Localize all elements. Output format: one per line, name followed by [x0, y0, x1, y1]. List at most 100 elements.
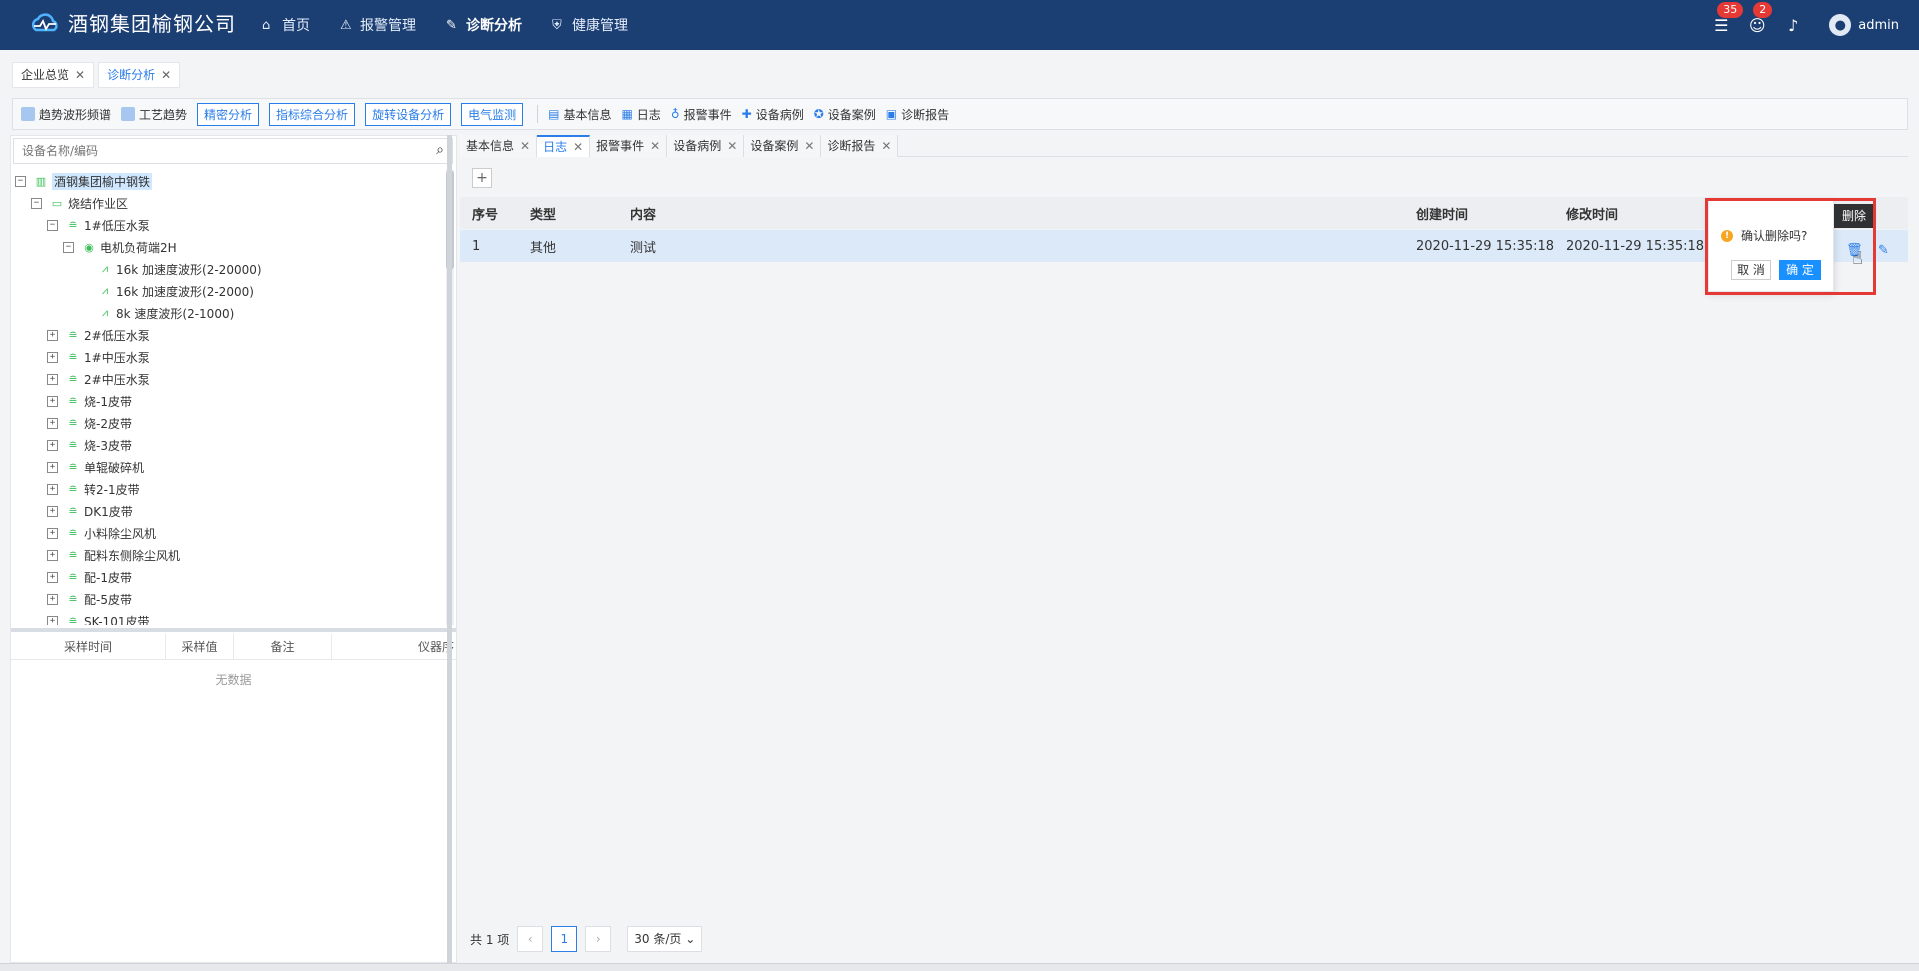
tree-node[interactable]: − ▥ 酒钢集团榆中钢铁: [11, 170, 448, 192]
tree-node[interactable]: + ≘ 转2-1皮带: [11, 478, 448, 500]
pump-icon: ≘: [68, 614, 78, 626]
tree-node[interactable]: + ≘ 配-1皮带: [11, 566, 448, 588]
tree-node[interactable]: + ≘ 小料除尘风机: [11, 522, 448, 544]
precision-analysis-button[interactable]: 精密分析: [197, 102, 260, 126]
tree-node[interactable]: + ≘ DK1皮带: [11, 500, 448, 522]
tab-equipment-case[interactable]: 设备病例 ✕: [667, 135, 745, 157]
equipment-case-link[interactable]: ✚ 设备病例: [742, 106, 804, 123]
col-remark: 备注: [234, 634, 332, 659]
expand-icon[interactable]: +: [47, 351, 58, 363]
close-icon[interactable]: ✕: [573, 136, 583, 158]
page-size-select[interactable]: 30 条/页 ⌄: [627, 926, 703, 952]
pump-icon: ≘: [68, 504, 78, 518]
search-icon[interactable]: ⌕: [436, 142, 444, 158]
user-notify-button[interactable]: ☺ 2: [1739, 1, 1775, 35]
tree-node[interactable]: + ≘ 2#低压水泵: [11, 324, 448, 346]
tree-node-label: SK-101皮带: [84, 614, 150, 626]
nav-home-label: 首页: [282, 18, 310, 34]
expand-icon[interactable]: +: [47, 615, 58, 625]
index-analysis-button[interactable]: 指标综合分析: [269, 102, 356, 126]
tab-log[interactable]: 日志 ✕: [537, 135, 591, 158]
tree-node[interactable]: + ≘ 2#中压水泵: [11, 368, 448, 390]
avatar[interactable]: ●: [1829, 14, 1852, 36]
log-link[interactable]: ▦ 日志: [621, 106, 660, 123]
tree-node[interactable]: + ≘ 配料东侧除尘风机: [11, 544, 448, 566]
tree-node[interactable]: + ≘ 烧-1皮带: [11, 390, 448, 412]
close-icon[interactable]: ✕: [650, 135, 660, 157]
tree-node[interactable]: + ≘ 烧-3皮带: [11, 434, 448, 456]
tree-node[interactable]: + ≘ 配-5皮带: [11, 588, 448, 610]
page-tab-overview[interactable]: 企业总览 ✕: [12, 62, 95, 88]
cell-type: 其他: [530, 240, 557, 256]
expand-icon[interactable]: +: [47, 439, 58, 451]
expand-icon[interactable]: +: [47, 417, 58, 429]
hand-cursor-icon: ☝: [1852, 248, 1863, 269]
collapse-icon[interactable]: −: [31, 197, 42, 209]
logo: 酒钢集团榆钢公司: [30, 8, 236, 37]
expand-icon[interactable]: +: [47, 395, 58, 407]
nav-alarm[interactable]: ⚠ 报警管理: [340, 15, 416, 35]
username[interactable]: admin: [1858, 18, 1899, 33]
expand-icon[interactable]: +: [47, 527, 58, 539]
collapse-icon[interactable]: −: [63, 241, 74, 253]
col-modified: 修改时间: [1566, 207, 1619, 223]
close-icon[interactable]: ✕: [75, 62, 85, 88]
medical-icon: ✚: [741, 107, 752, 121]
paperclip-icon[interactable]: ✎: [1878, 243, 1889, 258]
process-trend-button[interactable]: 工艺趋势: [121, 106, 187, 123]
expand-icon[interactable]: +: [47, 483, 58, 495]
nav-diagnosis-label: 诊断分析: [466, 18, 522, 34]
equipment-example-label: 设备案例: [827, 107, 876, 122]
trend-waveform-spectrum-button[interactable]: 趋势波形频谱: [21, 106, 111, 123]
close-icon[interactable]: ✕: [161, 62, 171, 88]
tree-node[interactable]: ⩘ 16k 加速度波形(2-20000): [11, 258, 448, 280]
close-icon[interactable]: ✕: [804, 135, 814, 157]
rotating-equipment-analysis-button[interactable]: 旋转设备分析: [365, 102, 452, 126]
diagnosis-report-link[interactable]: ▣ 诊断报告: [886, 106, 949, 123]
expand-icon[interactable]: +: [47, 461, 58, 473]
nav-home[interactable]: ⌂ 首页: [262, 15, 310, 35]
page-tab-diagnosis[interactable]: 诊断分析 ✕: [98, 62, 181, 88]
tab-alarm-event[interactable]: 报警事件 ✕: [590, 135, 668, 157]
prev-page-button[interactable]: ‹: [517, 926, 544, 952]
add-button[interactable]: +: [472, 168, 492, 188]
search-input[interactable]: [14, 139, 414, 163]
tab-equipment-example[interactable]: 设备案例 ✕: [744, 135, 822, 157]
close-icon[interactable]: ✕: [881, 135, 891, 157]
expand-icon[interactable]: +: [47, 505, 58, 517]
tree-node[interactable]: − ◉ 电机负荷端2H: [11, 236, 448, 258]
equipment-example-link[interactable]: ✪ 设备案例: [814, 106, 876, 123]
collapse-icon[interactable]: −: [47, 219, 58, 231]
sound-button[interactable]: ♪: [1775, 16, 1811, 35]
alarm-notify-button[interactable]: ☰ 35: [1703, 1, 1744, 35]
tree-node[interactable]: − ≘ 1#低压水泵: [11, 214, 448, 236]
sensor-icon: ◉: [84, 240, 94, 254]
tree-node[interactable]: + ≘ 单辊破碎机: [11, 456, 448, 478]
bottom-scrollbar[interactable]: [0, 963, 1919, 971]
panel-splitter[interactable]: [11, 628, 456, 632]
alarm-event-link[interactable]: ♁ 报警事件: [671, 106, 732, 123]
expand-icon[interactable]: +: [47, 549, 58, 561]
tree-node[interactable]: ⩘ 16k 加速度波形(2-2000): [11, 280, 448, 302]
close-icon[interactable]: ✕: [727, 135, 737, 157]
expand-icon[interactable]: +: [47, 571, 58, 583]
close-icon[interactable]: ✕: [520, 135, 530, 157]
tree-node[interactable]: ⩘ 8k 速度波形(2-1000): [11, 302, 448, 324]
next-page-button[interactable]: ›: [585, 926, 612, 952]
tree-node[interactable]: + ≘ 1#中压水泵: [11, 346, 448, 368]
nav-diagnosis[interactable]: ✎ 诊断分析: [446, 15, 522, 35]
expand-icon[interactable]: +: [47, 373, 58, 385]
table-row[interactable]: 1 其他 测试 2020-11-29 15:35:18 2020-11-29 1…: [460, 230, 1908, 262]
tree-node[interactable]: − ▭ 烧结作业区: [11, 192, 448, 214]
expand-icon[interactable]: +: [47, 329, 58, 341]
basic-info-link[interactable]: ▤ 基本信息: [548, 106, 611, 123]
collapse-icon[interactable]: −: [15, 175, 26, 187]
page-1-button[interactable]: 1: [551, 926, 578, 952]
tab-basic-info[interactable]: 基本信息 ✕: [460, 135, 538, 157]
expand-icon[interactable]: +: [47, 593, 58, 605]
electrical-monitoring-button[interactable]: 电气监测: [461, 102, 524, 126]
nav-health[interactable]: ⛨ 健康管理: [552, 15, 628, 35]
tab-diagnosis-report[interactable]: 诊断报告 ✕: [821, 135, 899, 157]
tree-node[interactable]: + ≘ 烧-2皮带: [11, 412, 448, 434]
tree-node[interactable]: + ≘ SK-101皮带: [11, 610, 448, 625]
